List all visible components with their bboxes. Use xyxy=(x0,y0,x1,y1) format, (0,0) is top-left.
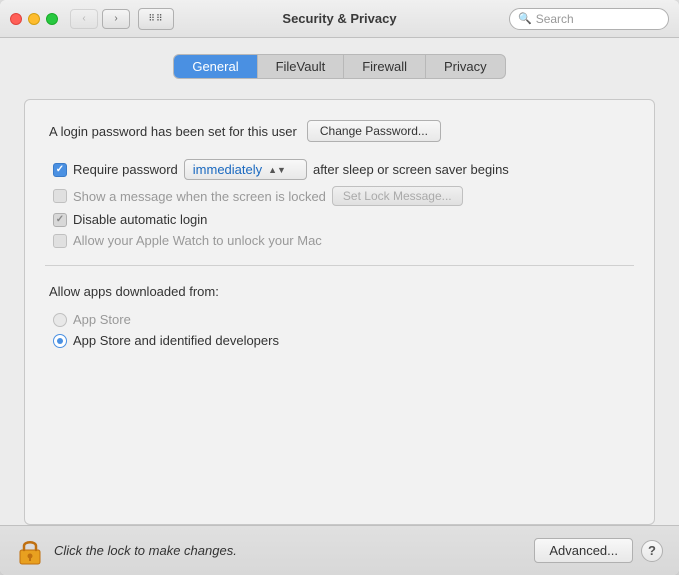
allow-apps-heading: Allow apps downloaded from: xyxy=(49,284,630,299)
show-message-label: Show a message when the screen is locked xyxy=(73,189,326,204)
tab-general[interactable]: General xyxy=(174,55,257,78)
content-area: General FileVault Firewall Privacy A log… xyxy=(0,38,679,525)
titlebar: ‹ › ⠿⠿ Security & Privacy 🔍 Search xyxy=(0,0,679,38)
search-placeholder: Search xyxy=(536,12,574,26)
lock-click-text: Click the lock to make changes. xyxy=(54,543,237,558)
bottom-bar: Click the lock to make changes. Advanced… xyxy=(0,525,679,575)
search-icon: 🔍 xyxy=(518,12,532,25)
lock-svg xyxy=(18,537,42,565)
dropdown-value: immediately xyxy=(193,162,262,177)
after-sleep-text: after sleep or screen saver begins xyxy=(313,162,509,177)
help-button[interactable]: ? xyxy=(641,540,663,562)
traffic-lights xyxy=(10,13,58,25)
tab-filevault[interactable]: FileVault xyxy=(258,55,345,78)
settings-panel: A login password has been set for this u… xyxy=(24,99,655,525)
disable-autologin-checkbox[interactable] xyxy=(53,213,67,227)
show-message-row: Show a message when the screen is locked… xyxy=(49,183,630,209)
advanced-button[interactable]: Advanced... xyxy=(534,538,633,563)
tab-firewall[interactable]: Firewall xyxy=(344,55,426,78)
app-store-radio-row: App Store xyxy=(49,309,630,330)
nav-buttons: ‹ › xyxy=(70,9,130,29)
disable-autologin-row: Disable automatic login xyxy=(49,209,630,230)
tab-group: General FileVault Firewall Privacy xyxy=(173,54,505,79)
app-store-identified-radio-row: App Store and identified developers xyxy=(49,330,630,351)
close-button[interactable] xyxy=(10,13,22,25)
disable-autologin-label: Disable automatic login xyxy=(73,212,207,227)
password-timing-dropdown[interactable]: immediately ▲▼ xyxy=(184,159,307,180)
tab-privacy[interactable]: Privacy xyxy=(426,55,505,78)
show-message-checkbox[interactable] xyxy=(53,189,67,203)
main-window: ‹ › ⠿⠿ Security & Privacy 🔍 Search Gener… xyxy=(0,0,679,575)
forward-button[interactable]: › xyxy=(102,9,130,29)
grid-button[interactable]: ⠿⠿ xyxy=(138,8,174,30)
window-title: Security & Privacy xyxy=(282,11,396,26)
app-store-identified-label: App Store and identified developers xyxy=(73,333,279,348)
minimize-button[interactable] xyxy=(28,13,40,25)
back-button[interactable]: ‹ xyxy=(70,9,98,29)
allow-apps-section: Allow apps downloaded from: App Store Ap… xyxy=(49,284,630,351)
login-password-row: A login password has been set for this u… xyxy=(49,120,630,142)
set-lock-message-button[interactable]: Set Lock Message... xyxy=(332,186,463,206)
tabs-container: General FileVault Firewall Privacy xyxy=(24,54,655,79)
require-password-checkbox[interactable] xyxy=(53,163,67,177)
apple-watch-checkbox[interactable] xyxy=(53,234,67,248)
section-divider xyxy=(45,265,634,266)
app-store-identified-radio[interactable] xyxy=(53,334,67,348)
app-store-radio[interactable] xyxy=(53,313,67,327)
search-bar[interactable]: 🔍 Search xyxy=(509,8,669,30)
login-password-text: A login password has been set for this u… xyxy=(49,124,297,139)
bottom-right-buttons: Advanced... ? xyxy=(534,538,663,563)
app-store-label: App Store xyxy=(73,312,131,327)
apple-watch-label: Allow your Apple Watch to unlock your Ma… xyxy=(73,233,322,248)
require-password-label: Require password xyxy=(73,162,178,177)
lock-icon[interactable] xyxy=(16,537,44,565)
maximize-button[interactable] xyxy=(46,13,58,25)
require-password-row: Require password immediately ▲▼ after sl… xyxy=(49,156,630,183)
apple-watch-row: Allow your Apple Watch to unlock your Ma… xyxy=(49,230,630,251)
dropdown-arrow-icon: ▲▼ xyxy=(268,165,286,175)
change-password-button[interactable]: Change Password... xyxy=(307,120,441,142)
